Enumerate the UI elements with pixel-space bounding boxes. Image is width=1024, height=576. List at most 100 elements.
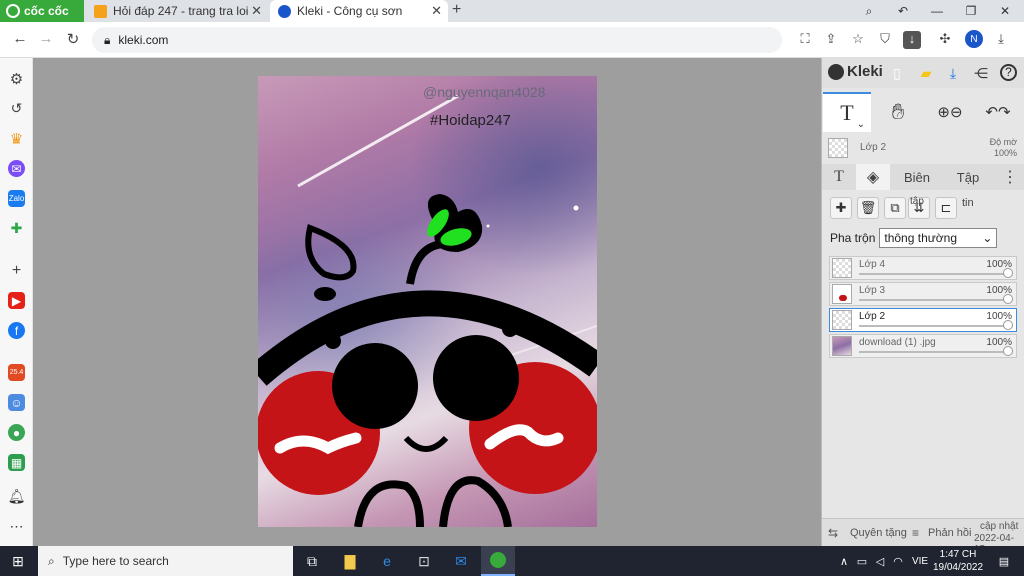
chat-icon[interactable]: ● <box>8 424 25 441</box>
more-icon[interactable]: ⋯ <box>8 518 25 535</box>
tab-layers-icon[interactable]: ◈ <box>856 164 890 190</box>
layer-opacity-slider[interactable] <box>859 325 1005 327</box>
layer-opacity-knob[interactable] <box>1003 320 1013 330</box>
messenger-icon[interactable]: ✉ <box>8 160 25 177</box>
volume-icon[interactable]: ◁ <box>870 551 890 571</box>
current-layer-thumbnail <box>828 138 848 158</box>
shield-icon[interactable]: ⛉ <box>876 31 894 49</box>
sheets-icon[interactable]: ▦ <box>8 454 25 471</box>
tab-tool-settings[interactable]: T <box>822 164 856 190</box>
layer-thumbnail <box>832 310 852 330</box>
browser-tab-bar: cốc cốc Hỏi đáp 247 - trang tra loi ✕ Kl… <box>0 0 1024 22</box>
tool-row: T ⌄ ✋︎ ⊕⊖ ↶↷ <box>822 90 1024 134</box>
drawing-canvas[interactable]: @nguyennqan4028 #Hoidap247 <box>258 76 597 527</box>
crown-icon[interactable]: ♛ <box>8 130 25 148</box>
downloads-icon[interactable]: ⤓ <box>992 31 1010 49</box>
file-explorer-icon[interactable]: ▇ <box>340 551 360 571</box>
hand-tool-icon[interactable]: ✋︎ <box>874 92 922 132</box>
game-app-icon[interactable]: ☺ <box>8 394 25 411</box>
restore-button[interactable]: ❐ <box>954 0 988 22</box>
blend-mode-select[interactable]: thông thường ⌄ <box>879 228 998 248</box>
tab-history-icon[interactable]: ↶ <box>886 0 920 22</box>
delete-layer-icon[interactable]: 🗑︎ <box>857 197 879 219</box>
layer-item-selected[interactable]: Lớp 2 100% <box>829 308 1017 332</box>
tab-kleki[interactable]: Kleki - Công cụ sơn ✕ <box>270 0 448 22</box>
donate-link[interactable]: Quyên tặng <box>850 527 907 539</box>
layer-opacity-knob[interactable] <box>1003 294 1013 304</box>
minimize-button[interactable]: — <box>920 0 954 22</box>
canvas-stage[interactable]: @nguyennqan4028 #Hoidap247 <box>33 58 821 546</box>
tray-chevron-icon[interactable]: ∧ <box>834 551 854 571</box>
tab-file[interactable]: Tập <box>944 164 992 190</box>
forward-button[interactable]: → <box>36 30 56 47</box>
taskbar-search[interactable]: ⌕ Type here to search <box>38 546 293 576</box>
profile-avatar[interactable]: N <box>965 30 983 48</box>
close-tab-icon[interactable]: ✕ <box>251 3 262 19</box>
tab-title: Hỏi đáp 247 - trang tra loi <box>113 4 249 18</box>
zoom-in-out-icon[interactable]: ⊕⊖ <box>926 92 974 132</box>
feedback-link[interactable]: Phản hồi <box>928 527 971 539</box>
wifi-icon[interactable]: ◠ <box>888 551 908 571</box>
translate-icon[interactable]: ⛶ <box>796 31 814 49</box>
reload-button[interactable]: ↻ <box>63 30 83 48</box>
new-tab-button[interactable]: + <box>452 1 461 19</box>
download-media-icon[interactable]: ↓ <box>903 31 921 49</box>
zalo-icon[interactable]: Zalo <box>8 190 25 207</box>
kleki-favicon-icon <box>278 4 291 18</box>
save-download-icon[interactable]: ⤓ <box>944 64 962 82</box>
undo-redo-icon[interactable]: ↶↷ <box>974 92 1022 132</box>
layer-opacity-knob[interactable] <box>1003 346 1013 356</box>
layer-opacity-slider[interactable] <box>859 299 1005 301</box>
new-file-icon[interactable]: ▯ <box>888 64 906 82</box>
notification-bell-icon[interactable]: 🔔︎ <box>8 488 26 505</box>
shopping-icon[interactable]: 25.4 <box>8 364 25 381</box>
extensions-icon[interactable]: ✣ <box>936 31 954 49</box>
search-placeholder: Type here to search <box>62 554 169 568</box>
layer-item[interactable]: Lớp 3 100% <box>829 282 1017 306</box>
system-clock[interactable]: 1:47 CH 19/04/2022 <box>930 548 986 574</box>
history-icon[interactable]: ↺ <box>8 100 25 117</box>
back-button[interactable]: ← <box>10 30 30 47</box>
rename-label: tin <box>962 197 974 209</box>
tab-hoidap[interactable]: Hỏi đáp 247 - trang tra loi ✕ <box>86 0 268 22</box>
open-folder-icon[interactable]: ▰ <box>917 64 935 82</box>
settings-gear-icon[interactable]: ⚙ <box>8 70 25 88</box>
kleki-logo[interactable]: Kleki <box>828 63 883 80</box>
task-view-icon[interactable]: ⧉ <box>302 551 322 571</box>
bookmark-star-icon[interactable]: ☆ <box>849 31 867 49</box>
kleki-logo-icon <box>828 63 844 80</box>
coccoc-brand-button[interactable]: cốc cốc <box>0 0 84 22</box>
search-tabs-icon[interactable]: ⌕ <box>852 0 886 22</box>
tab-edit[interactable]: Biên <box>892 164 942 190</box>
help-icon[interactable]: ? <box>1000 64 1017 81</box>
layer-opacity-knob[interactable] <box>1003 268 1013 278</box>
body-line <box>439 476 512 527</box>
notification-center-icon[interactable]: ▤ <box>994 551 1014 571</box>
layer-opacity-slider[interactable] <box>859 273 1005 275</box>
url-field[interactable]: 🔒︎ kleki.com <box>92 27 782 53</box>
layer-item[interactable]: download (1) .jpg 100% <box>829 334 1017 358</box>
edge-browser-icon[interactable]: e <box>377 551 397 571</box>
windows-start-icon[interactable]: ⊞ <box>8 551 28 571</box>
mail-icon[interactable]: ✉ <box>451 551 471 571</box>
clock-time: 1:47 CH <box>939 549 977 560</box>
network-icon[interactable]: ▭ <box>852 551 872 571</box>
layer-item[interactable]: Lớp 4 100% <box>829 256 1017 280</box>
more-menu-icon[interactable]: ⋮ <box>998 164 1022 190</box>
store-icon[interactable]: ⊡ <box>414 551 434 571</box>
update-label[interactable]: cập nhật <box>980 521 1018 532</box>
duplicate-layer-icon[interactable]: ⧉ <box>884 197 906 219</box>
share-icon[interactable]: ⋲ <box>972 64 990 82</box>
text-tool-icon[interactable]: T ⌄ <box>823 92 871 132</box>
close-tab-icon[interactable]: ✕ <box>431 3 442 19</box>
add-sidebar-item-icon[interactable]: + <box>8 262 25 279</box>
layer-opacity-slider[interactable] <box>859 351 1005 353</box>
rename-layer-icon[interactable]: ⊏ <box>935 197 957 219</box>
share-icon[interactable]: ⇪ <box>822 31 840 49</box>
add-layer-icon[interactable]: ✚ <box>830 197 852 219</box>
facebook-icon[interactable]: f <box>8 322 25 339</box>
coccoc-taskbar-icon[interactable] <box>481 546 515 576</box>
close-window-button[interactable]: ✕ <box>988 0 1022 22</box>
youtube-icon[interactable]: ▶ <box>8 292 25 309</box>
game-controller-icon[interactable]: ✚ <box>8 220 25 237</box>
